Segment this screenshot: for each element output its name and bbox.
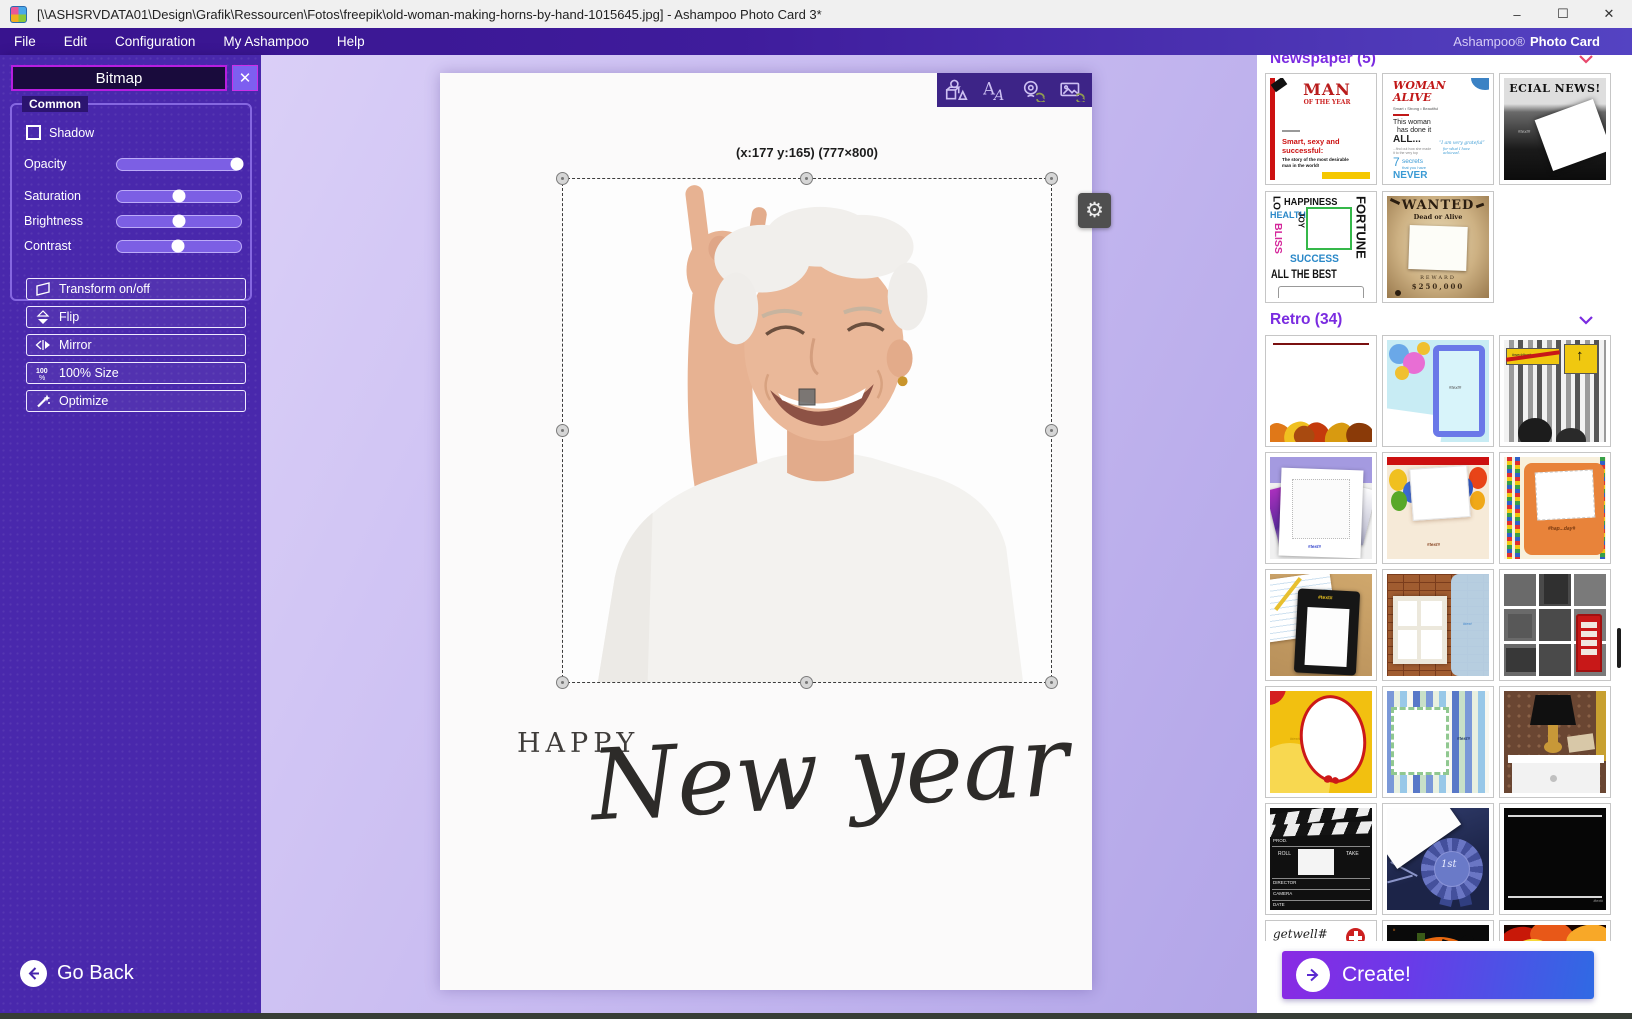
template-thumbnail-all-the-best[interactable]: LO HAPPINESS HEALTH JOY BLISS SUCCESS FO…	[1265, 191, 1377, 303]
minimize-button[interactable]: –	[1494, 0, 1540, 28]
gallery-scrollbar[interactable]	[1617, 628, 1621, 668]
template-thumbnail-brick-window[interactable]: #text	[1382, 569, 1494, 681]
photo-old-woman-horns-gesture[interactable]	[563, 179, 1051, 682]
canvas-toolbar: A A	[937, 73, 1092, 107]
bottom-status-strip	[0, 1013, 1632, 1019]
template-gallery-panel: Newspaper (5) MAN OF THE YEAR Smart, sex…	[1257, 55, 1632, 1019]
saturation-label: Saturation	[24, 189, 116, 203]
webcam-capture-icon[interactable]	[1021, 79, 1045, 102]
group-label: Common	[22, 96, 88, 112]
selection-handle-e[interactable]	[1045, 424, 1058, 437]
svg-text:A: A	[992, 87, 1004, 101]
create-button[interactable]: Create!	[1282, 951, 1594, 999]
flip-button[interactable]: Flip	[26, 306, 246, 328]
svg-text:%: %	[39, 375, 45, 381]
size-100-button[interactable]: 100% 100% Size	[26, 362, 246, 384]
optimize-icon	[35, 393, 51, 409]
optimize-button[interactable]: Optimize	[26, 390, 246, 412]
panel-title: Bitmap	[11, 65, 227, 91]
template-thumbnail-woman-alive[interactable]: WOMAN ALIVE Smart • Strong • Beautiful T…	[1382, 73, 1494, 185]
panel-close-icon[interactable]: ✕	[232, 65, 258, 91]
arrow-right-icon	[1296, 958, 1330, 992]
opacity-slider[interactable]	[116, 158, 242, 171]
brightness-label: Brightness	[24, 214, 116, 228]
editor-canvas[interactable]: A A	[261, 55, 1257, 1019]
size-100-icon: 100%	[35, 365, 51, 381]
template-thumbnail-balloons[interactable]: #text#	[1382, 452, 1494, 564]
template-thumbnail-phone-booth[interactable]	[1499, 569, 1611, 681]
template-thumbnail-cinema-screen[interactable]: #text#	[1499, 803, 1611, 915]
go-back-button[interactable]: Go Back	[20, 960, 134, 987]
selection-handle-nw[interactable]	[556, 172, 569, 185]
common-groupbox: Common Shadow Opacity Saturation	[10, 103, 252, 301]
template-thumbnail-clapperboard[interactable]: PROD. ROLL TAKE DIRECTOR CAMERA DATE	[1265, 803, 1377, 915]
template-thumbnail-striped-frame[interactable]: #text#	[1382, 686, 1494, 798]
create-panel: Create!	[1257, 941, 1632, 1013]
selection-box[interactable]	[562, 178, 1052, 683]
template-thumbnail-man-of-the-year[interactable]: MAN OF THE YEAR Smart, sexy and successf…	[1265, 73, 1377, 185]
transform-button[interactable]: Transform on/off	[26, 278, 246, 300]
menu-my-ashampoo[interactable]: My Ashampoo	[223, 34, 309, 49]
selection-center-handle[interactable]	[799, 389, 816, 406]
template-thumbnail-birthday-bunting[interactable]: #hap...day#	[1499, 452, 1611, 564]
flip-icon	[35, 309, 51, 325]
contrast-label: Contrast	[24, 239, 116, 253]
section-header-retro[interactable]: Retro (34)	[1270, 311, 1632, 333]
chevron-down-icon[interactable]	[1578, 315, 1594, 325]
template-thumbnail-photo-stack[interactable]: #text#	[1265, 452, 1377, 564]
back-arrow-icon	[20, 960, 47, 987]
app-icon	[10, 6, 27, 23]
selection-handle-n[interactable]	[800, 172, 813, 185]
template-thumbnail-autumn-leaves[interactable]	[1265, 335, 1377, 447]
menu-configuration[interactable]: Configuration	[115, 34, 195, 49]
object-settings-gear-icon[interactable]: ⚙	[1078, 193, 1111, 228]
insert-text-icon[interactable]: A A	[982, 79, 1006, 102]
menu-bar: File Edit Configuration My Ashampoo Help…	[0, 28, 1632, 55]
shadow-checkbox[interactable]	[26, 125, 41, 140]
menu-help[interactable]: Help	[337, 34, 365, 49]
replace-image-icon[interactable]	[1059, 79, 1085, 102]
svg-text:100: 100	[36, 368, 48, 375]
bitmap-panel: Bitmap ✕ Common Shadow Opacity Saturatio…	[0, 55, 261, 1019]
contrast-slider[interactable]	[116, 240, 242, 253]
brightness-slider[interactable]	[116, 215, 242, 228]
template-thumbnail-wanted-poster[interactable]: WANTED Dead or Alive REWARD $250,000	[1382, 191, 1494, 303]
mirror-button[interactable]: Mirror	[26, 334, 246, 356]
opacity-label: Opacity	[24, 157, 116, 171]
ashampoo-photo-card-window: [\\ASHSRVDATA01\Design\Grafik\Ressourcen…	[0, 0, 1632, 1019]
saturation-slider-thumb[interactable]	[173, 190, 186, 203]
contrast-slider-thumb[interactable]	[171, 240, 184, 253]
opacity-slider-thumb[interactable]	[231, 158, 244, 171]
template-thumbnail-notebook[interactable]: #text#	[1265, 569, 1377, 681]
selection-handle-se[interactable]	[1045, 676, 1058, 689]
saturation-slider[interactable]	[116, 190, 242, 203]
title-bar: [\\ASHSRVDATA01\Design\Grafik\Ressourcen…	[0, 0, 1632, 28]
brand-label: Ashampoo®Photo Card	[1453, 28, 1600, 55]
mirror-icon	[35, 337, 51, 353]
chevron-down-icon[interactable]	[1578, 55, 1594, 64]
close-button[interactable]: ✕	[1586, 0, 1632, 28]
insert-shapes-icon[interactable]	[944, 79, 968, 102]
menu-edit[interactable]: Edit	[64, 34, 87, 49]
selection-coordinates: (x:177 y:165) (777×800)	[736, 145, 878, 160]
shadow-label: Shadow	[49, 126, 94, 140]
selection-handle-sw[interactable]	[556, 676, 569, 689]
selection-handle-s[interactable]	[800, 676, 813, 689]
template-thumbnail-yellow-oval[interactable]: #text#	[1265, 686, 1377, 798]
menu-file[interactable]: File	[14, 34, 36, 49]
selection-handle-w[interactable]	[556, 424, 569, 437]
maximize-button[interactable]: ☐	[1540, 0, 1586, 28]
template-thumbnail-nightstand[interactable]	[1499, 686, 1611, 798]
window-title: [\\ASHSRVDATA01\Design\Grafik\Ressourcen…	[37, 7, 822, 22]
template-thumbnail-special-news[interactable]: ECIAL NEWS! #text#	[1499, 73, 1611, 185]
transform-icon	[35, 281, 51, 297]
template-thumbnail-first-place-rosette[interactable]: 1st	[1382, 803, 1494, 915]
template-thumbnail-baby-frame[interactable]: #text#	[1382, 335, 1494, 447]
brightness-slider-thumb[interactable]	[173, 215, 186, 228]
section-header-newspaper[interactable]: Newspaper (5)	[1270, 55, 1632, 72]
template-thumbnail-wedding-sign[interactable]: #wedding# ↑	[1499, 335, 1611, 447]
selection-handle-ne[interactable]	[1045, 172, 1058, 185]
